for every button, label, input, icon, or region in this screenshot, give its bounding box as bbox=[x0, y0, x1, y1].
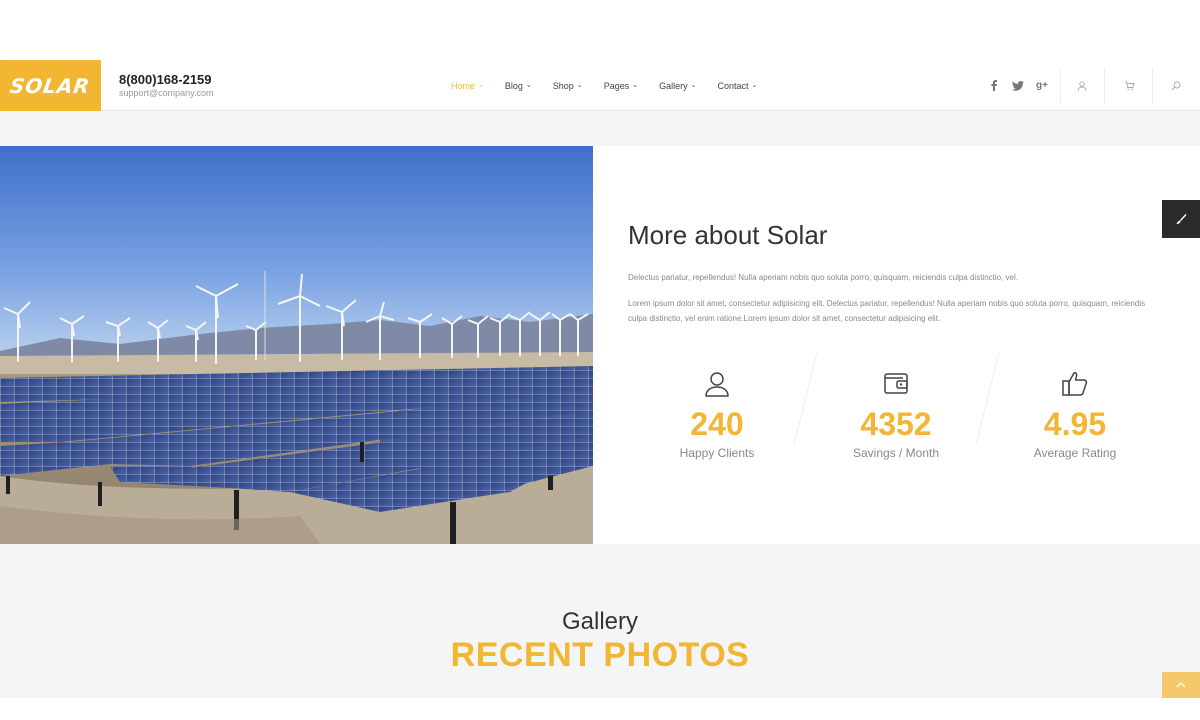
googleplus-icon[interactable]: g+ bbox=[1036, 80, 1048, 92]
stat-label: Average Rating bbox=[1033, 446, 1117, 460]
stat-savings: 4352 Savings / Month bbox=[816, 368, 976, 460]
chevron-down-icon: ⌄ bbox=[576, 82, 583, 89]
about-section: More about Solar Delectus pariatur, repe… bbox=[593, 146, 1200, 544]
gallery-section: Gallery RECENT PHOTOS bbox=[0, 544, 1200, 698]
thumbs-up-icon bbox=[1060, 368, 1090, 398]
style-switcher-button[interactable] bbox=[1162, 200, 1200, 238]
phone-number[interactable]: 8(800)168-2159 bbox=[119, 72, 214, 87]
nav-item-contact[interactable]: Contact ⌄ bbox=[717, 81, 757, 91]
stat-value: 4.95 bbox=[1043, 406, 1107, 442]
stat-value: 240 bbox=[690, 406, 744, 442]
site-header: SOLAR 8(800)168-2159 support@company.com… bbox=[0, 60, 1200, 111]
chevron-up-icon bbox=[1176, 682, 1186, 688]
about-paragraph: Delectus pariatur, repellendus! Nulla ap… bbox=[628, 273, 1018, 282]
about-title: More about Solar bbox=[628, 220, 828, 250]
chevron-down-icon: ⌄ bbox=[690, 82, 697, 89]
divider bbox=[1104, 68, 1105, 103]
back-to-top-button[interactable] bbox=[1162, 672, 1200, 698]
nav-item-label: Home bbox=[451, 80, 476, 91]
logo[interactable]: SOLAR bbox=[0, 60, 101, 111]
gallery-title: RECENT PHOTOS bbox=[450, 636, 750, 674]
wallet-icon bbox=[881, 368, 911, 398]
nav-item-label: Shop bbox=[552, 80, 574, 91]
divider bbox=[793, 352, 818, 445]
logo-text: SOLAR bbox=[8, 73, 93, 98]
divider bbox=[1060, 68, 1061, 103]
stat-average-rating: 4.95 Average Rating bbox=[995, 368, 1155, 460]
twitter-icon[interactable] bbox=[1012, 80, 1024, 92]
nav-item-label: Pages bbox=[603, 80, 630, 91]
email-address[interactable]: support@company.com bbox=[119, 87, 214, 99]
nav-item-home[interactable]: Home ⌄ bbox=[451, 81, 484, 91]
nav-item-label: Gallery bbox=[659, 80, 688, 91]
nav-item-label: Blog bbox=[504, 80, 523, 91]
about-paragraph: Lorem ipsum dolor sit amet, consectetur … bbox=[628, 299, 1146, 323]
chevron-down-icon: ⌄ bbox=[525, 82, 532, 89]
nav-item-pages[interactable]: Pages ⌄ bbox=[604, 81, 638, 91]
search-icon[interactable] bbox=[1166, 60, 1186, 111]
nav-item-blog[interactable]: Blog ⌄ bbox=[505, 81, 532, 91]
gallery-subtitle: Gallery bbox=[561, 608, 639, 635]
brush-icon bbox=[1176, 214, 1187, 224]
header-spacer-band bbox=[0, 111, 1200, 146]
divider bbox=[1152, 68, 1153, 103]
stat-value: 4352 bbox=[860, 406, 932, 442]
chevron-down-icon: ⌄ bbox=[632, 82, 639, 89]
chevron-down-icon: ⌄ bbox=[751, 82, 758, 89]
cart-icon[interactable] bbox=[1119, 60, 1139, 111]
nav-item-shop[interactable]: Shop ⌄ bbox=[553, 81, 583, 91]
stat-label: Happy Clients bbox=[679, 446, 755, 460]
nav-item-gallery[interactable]: Gallery ⌄ bbox=[659, 81, 696, 91]
main-nav: Home ⌄ Blog ⌄ Shop ⌄ Pages ⌄ Gallery ⌄ C… bbox=[451, 60, 778, 111]
nav-item-label: Contact bbox=[717, 80, 749, 91]
social-links: g+ bbox=[988, 60, 1048, 111]
stat-label: Savings / Month bbox=[852, 446, 940, 460]
stat-happy-clients: 240 Happy Clients bbox=[637, 368, 797, 460]
user-account-icon[interactable] bbox=[1072, 60, 1092, 111]
chevron-down-icon: ⌄ bbox=[478, 82, 484, 89]
facebook-icon[interactable] bbox=[988, 80, 1000, 92]
user-icon bbox=[702, 368, 732, 398]
solar-farm-image bbox=[0, 146, 593, 544]
contact-info: 8(800)168-2159 support@company.com bbox=[119, 72, 214, 99]
